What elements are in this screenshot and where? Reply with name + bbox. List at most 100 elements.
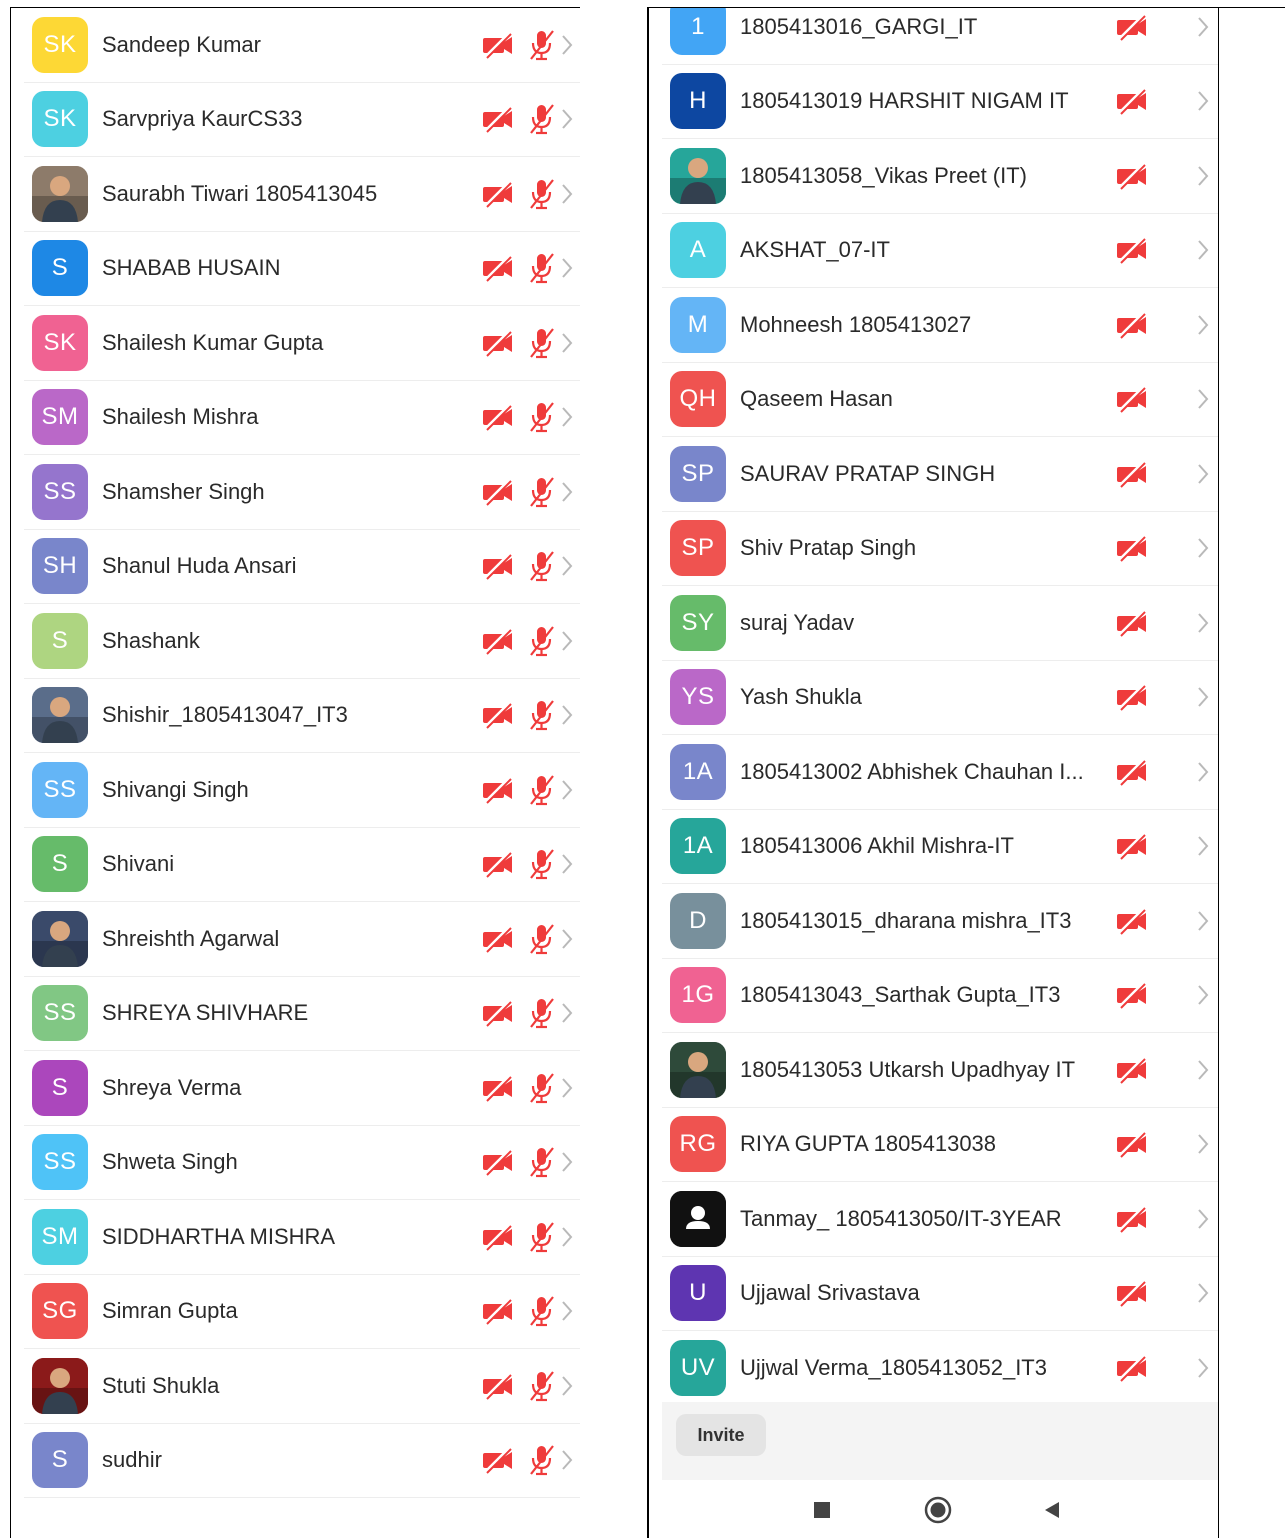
chevron-right-icon[interactable] <box>558 27 576 63</box>
participant-row[interactable]: 1 1805413016_GARGI_IT <box>662 8 1218 65</box>
chevron-right-icon[interactable] <box>1194 605 1212 641</box>
chevron-right-icon[interactable] <box>558 399 576 435</box>
chevron-right-icon[interactable] <box>558 1368 576 1404</box>
participant-row[interactable]: 1805413053 Utkarsh Upadhyay IT <box>662 1033 1218 1108</box>
participant-row[interactable]: 1G 1805413043_Sarthak Gupta_IT3 <box>662 959 1218 1033</box>
participant-row[interactable]: SM Shailesh Mishra <box>24 381 580 455</box>
chevron-right-icon[interactable] <box>1194 456 1212 492</box>
chevron-right-icon[interactable] <box>558 1442 576 1478</box>
chevron-right-icon[interactable] <box>1194 977 1212 1013</box>
participant-row[interactable]: SK Shailesh Kumar Gupta <box>24 306 580 381</box>
triangle-back-icon[interactable] <box>1042 1500 1062 1520</box>
chevron-right-icon[interactable] <box>558 1070 576 1106</box>
participant-row[interactable]: QH Qaseem Hasan <box>662 363 1218 437</box>
circle-home-icon[interactable] <box>924 1496 952 1524</box>
avatar: UV <box>670 1339 726 1396</box>
video-off-icon <box>480 1368 516 1404</box>
participant-row[interactable]: Tanmay_ 1805413050/IT-3YEAR <box>662 1182 1218 1257</box>
participant-row[interactable]: D 1805413015_dharana mishra_IT3 <box>662 884 1218 959</box>
chevron-right-icon[interactable] <box>558 995 576 1031</box>
participant-name: Shreishth Agarwal <box>102 925 280 951</box>
chevron-right-icon[interactable] <box>558 697 576 733</box>
participant-row[interactable]: SS SHREYA SHIVHARE <box>24 977 580 1051</box>
chevron-right-icon[interactable] <box>1194 1350 1212 1386</box>
chevron-right-icon[interactable] <box>558 1219 576 1255</box>
participant-row[interactable]: H 1805413019 HARSHIT NIGAM IT <box>662 65 1218 139</box>
chevron-right-icon[interactable] <box>1194 679 1212 715</box>
invite-button[interactable]: Invite <box>676 1414 766 1456</box>
chevron-right-icon[interactable] <box>558 1293 576 1329</box>
participant-row[interactable]: SS Shamsher Singh <box>24 455 580 530</box>
avatar: M <box>670 296 726 353</box>
mic-muted-icon <box>526 623 558 659</box>
participant-row[interactable]: 1A 1805413006 Akhil Mishra-IT <box>662 810 1218 884</box>
participant-row[interactable]: Shreishth Agarwal <box>24 902 580 977</box>
participant-row[interactable]: Ssudhir <box>24 1424 580 1498</box>
participant-row[interactable]: SP Shiv Pratap Singh <box>662 512 1218 586</box>
participant-row[interactable]: 1805413058_Vikas Preet (IT) <box>662 139 1218 214</box>
mic-muted-icon <box>526 176 558 212</box>
chevron-right-icon[interactable] <box>558 101 576 137</box>
participant-row[interactable]: SS Shivangi Singh <box>24 753 580 828</box>
participant-row[interactable]: UV Ujjwal Verma_1805413052_IT3 <box>662 1331 1218 1406</box>
participant-row[interactable]: Saurabh Tiwari 1805413045 <box>24 157 580 232</box>
participant-row[interactable]: 1A 1805413002 Abhishek Chauhan I... <box>662 735 1218 810</box>
chevron-right-icon[interactable] <box>1194 1126 1212 1162</box>
participant-row[interactable]: SG Simran Gupta <box>24 1275 580 1349</box>
video-off-icon <box>1114 1052 1150 1088</box>
video-off-icon <box>480 1144 516 1180</box>
participant-row[interactable]: SK Sarvpriya KaurCS33 <box>24 83 580 157</box>
chevron-right-icon[interactable] <box>1194 754 1212 790</box>
participant-row[interactable]: SM SIDDHARTHA MISHRA <box>24 1200 580 1275</box>
chevron-right-icon[interactable] <box>1194 530 1212 566</box>
chevron-right-icon[interactable] <box>558 623 576 659</box>
participant-row[interactable]: SS Shweta Singh <box>24 1126 580 1200</box>
participant-name: Shamsher Singh <box>102 478 265 504</box>
chevron-right-icon[interactable] <box>558 474 576 510</box>
chevron-right-icon[interactable] <box>1194 307 1212 343</box>
participant-row[interactable]: SH Shanul Huda Ansari <box>24 530 580 604</box>
participant-row[interactable]: Stuti Shukla <box>24 1349 580 1424</box>
participant-row[interactable]: S Shashank <box>24 604 580 679</box>
video-off-icon <box>480 474 516 510</box>
participant-row[interactable]: A AKSHAT_07-IT <box>662 214 1218 288</box>
chevron-right-icon[interactable] <box>558 548 576 584</box>
participant-row[interactable]: YS Yash Shukla <box>662 661 1218 735</box>
chevron-right-icon[interactable] <box>558 846 576 882</box>
square-recents-icon[interactable] <box>812 1500 832 1520</box>
chevron-right-icon[interactable] <box>1194 1275 1212 1311</box>
chevron-right-icon[interactable] <box>558 921 576 957</box>
participant-row[interactable]: S Shivani <box>24 828 580 902</box>
participant-row[interactable]: U Ujjawal Srivastava <box>662 1257 1218 1331</box>
participant-name: suraj Yadav <box>740 609 855 635</box>
participant-row[interactable]: Shishir_1805413047_IT3 <box>24 679 580 753</box>
chevron-right-icon[interactable] <box>558 1144 576 1180</box>
participant-name: SAURAV PRATAP SINGH <box>740 460 996 486</box>
participant-row[interactable]: S Shreya Verma <box>24 1051 580 1126</box>
participant-row[interactable]: S SHABAB HUSAIN <box>24 232 580 306</box>
chevron-right-icon[interactable] <box>1194 1052 1212 1088</box>
participant-name: 1805413053 Utkarsh Upadhyay IT <box>740 1056 1076 1082</box>
participant-row[interactable]: SK Sandeep Kumar <box>24 8 580 83</box>
participant-row[interactable]: SP SAURAV PRATAP SINGH <box>662 437 1218 512</box>
participant-name: Qaseem Hasan <box>740 386 893 412</box>
chevron-right-icon[interactable] <box>1194 381 1212 417</box>
avatar <box>32 910 88 967</box>
participant-row[interactable]: SY suraj Yadav <box>662 586 1218 661</box>
chevron-right-icon[interactable] <box>1194 903 1212 939</box>
chevron-right-icon[interactable] <box>558 250 576 286</box>
chevron-right-icon[interactable] <box>558 772 576 808</box>
chevron-right-icon[interactable] <box>1194 83 1212 119</box>
chevron-right-icon[interactable] <box>1194 158 1212 194</box>
chevron-right-icon[interactable] <box>1194 1201 1212 1237</box>
chevron-right-icon[interactable] <box>1194 828 1212 864</box>
chevron-right-icon[interactable] <box>558 176 576 212</box>
frame-divider <box>647 7 649 1538</box>
chevron-right-icon[interactable] <box>558 325 576 361</box>
video-off-icon <box>480 399 516 435</box>
mic-muted-icon <box>526 325 558 361</box>
chevron-right-icon[interactable] <box>1194 9 1212 45</box>
chevron-right-icon[interactable] <box>1194 232 1212 268</box>
participant-row[interactable]: M Mohneesh 1805413027 <box>662 288 1218 363</box>
participant-row[interactable]: RG RIYA GUPTA 1805413038 <box>662 1108 1218 1182</box>
